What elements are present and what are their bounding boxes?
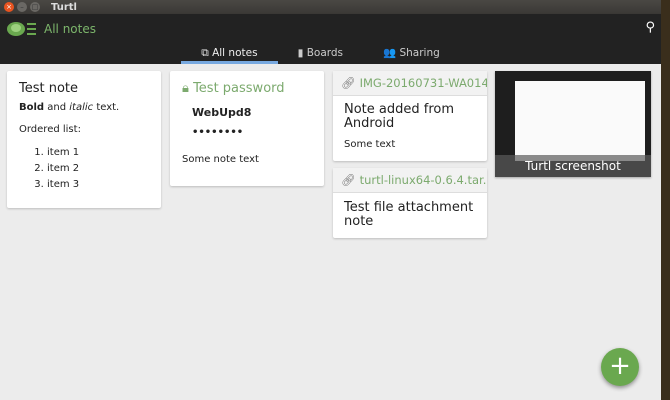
minimize-button[interactable]: – <box>17 2 27 12</box>
password-note-card[interactable]: 🔒︎ Test password WebUpd8 •••••••• Some n… <box>170 71 324 186</box>
note-card[interactable]: Test note Bold and italic text. Ordered … <box>7 71 161 208</box>
header-title: All notes <box>44 22 96 36</box>
note-title: Test file attachment note <box>344 200 474 229</box>
list-item: item 2 <box>47 161 149 177</box>
paperclip-icon: 🔗︎ <box>341 173 356 187</box>
app-header: All notes ⚲ ⧉ All notes ▮ Boards 👥 Shari… <box>0 14 661 64</box>
password: •••••••• <box>192 127 244 138</box>
search-icon[interactable]: ⚲ <box>645 20 655 35</box>
paperclip-icon: 🔗︎ <box>341 76 356 90</box>
tab-all-notes[interactable]: ⧉ All notes <box>181 46 278 64</box>
image-caption: Turtl screenshot <box>495 155 651 177</box>
close-button[interactable]: × <box>4 2 14 12</box>
lock-icon: 🔒︎ <box>182 81 194 96</box>
list-label: Ordered list: <box>19 124 81 135</box>
sharing-icon: 👥 <box>383 47 400 59</box>
list-item: item 3 <box>47 177 149 193</box>
note-title: 🔒︎ Test password <box>182 81 285 96</box>
list-item: item 1 <box>47 145 149 161</box>
attachment-bar[interactable]: 🔗︎turtl-linux64-0.6.4.tar.b... <box>333 168 487 193</box>
tab-sharing[interactable]: 👥 Sharing <box>363 46 460 64</box>
attachment-bar[interactable]: 🔗︎ IMG-20160731-WA014... <box>333 71 487 96</box>
tab-boards[interactable]: ▮ Boards <box>278 46 363 64</box>
title-bar: × – □ Turtl <box>0 0 661 14</box>
boards-icon: ▮ <box>297 47 307 59</box>
tab-bar: ⧉ All notes ▮ Boards 👥 Sharing <box>0 46 661 64</box>
note-body: Some note text <box>182 154 259 165</box>
image-note-card[interactable]: Turtl screenshot <box>495 71 651 177</box>
note-title: Test note <box>19 81 79 96</box>
turtl-menu-icon[interactable] <box>6 20 36 38</box>
app-window: × – □ Turtl All notes ⚲ ⧉ All notes ▮ Bo… <box>0 0 661 400</box>
note-card[interactable]: 🔗︎turtl-linux64-0.6.4.tar.b... Test file… <box>333 168 487 238</box>
note-title: Note added from Android <box>344 102 455 131</box>
note-body: Some text <box>344 139 396 150</box>
ordered-list: item 1 item 2 item 3 <box>47 145 149 193</box>
maximize-button[interactable]: □ <box>30 2 40 12</box>
window-title: Turtl <box>51 1 77 13</box>
add-note-button[interactable]: + <box>601 348 639 386</box>
screenshot-thumbnail <box>515 81 645 161</box>
note-card[interactable]: 🔗︎ IMG-20160731-WA014... Note added from … <box>333 71 487 161</box>
note-body: Bold and italic text. <box>19 102 120 113</box>
username: WebUpd8 <box>192 106 252 119</box>
notes-icon: ⧉ <box>201 47 213 59</box>
